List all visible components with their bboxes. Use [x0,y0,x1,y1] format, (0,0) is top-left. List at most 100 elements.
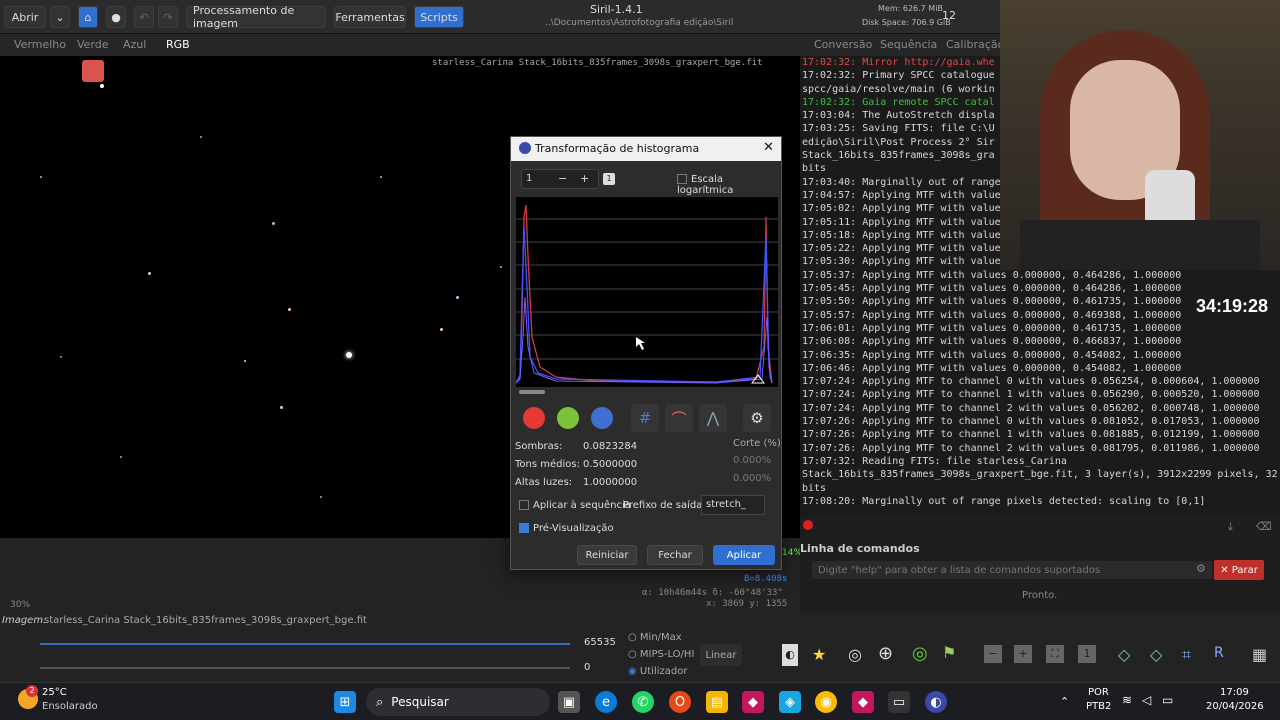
whatsapp-icon[interactable]: ✆ [632,691,654,713]
tab-blue[interactable]: Azul [123,38,146,51]
photometry-icon[interactable]: ◎ [848,645,862,664]
max-slider[interactable] [40,643,570,645]
histogram-toggle-icon[interactable]: ⋀ [699,404,727,432]
zoom-minus-icon[interactable]: − [558,172,567,185]
battery-icon[interactable]: ▭ [1162,693,1173,707]
astrometry-icon[interactable]: ⚑ [942,643,956,662]
tools-menu[interactable]: Ferramentas [334,6,406,28]
home-icon[interactable]: ⌂ [78,6,98,28]
close-icon[interactable]: ✕ [763,140,774,155]
tab-rgb[interactable]: RGB [166,38,190,51]
red-channel-toggle[interactable] [523,407,545,429]
app-icon-pink2[interactable]: ◆ [852,691,874,713]
shadows-label: Sombras: [515,441,563,452]
radio-mips[interactable]: ○ MIPS-LO/HI [628,649,694,660]
close-button[interactable]: Fechar [647,545,703,565]
radio-user[interactable]: ◉ Utilizador [628,666,687,677]
volume-icon[interactable]: ◁ [1142,693,1151,707]
redo-icon[interactable]: ↷ [158,6,178,28]
file-explorer-icon[interactable]: ▤ [706,691,728,713]
tab-calibration[interactable]: Calibração [946,38,1004,51]
processing-menu[interactable]: Processamento de imagem [186,4,326,30]
grid-icon[interactable]: ▦ [1252,645,1267,664]
webcam-overlay [1000,0,1280,270]
shadows-value[interactable]: 0.0823284 [583,441,637,452]
language[interactable]: POR [1088,687,1109,698]
zoom-reset-icon[interactable]: 1 [603,173,615,185]
negative-icon[interactable]: ◐ [782,644,798,666]
star-icon[interactable]: ★ [812,645,826,664]
apply-sequence-checkbox[interactable]: Aplicar à sequência [519,500,631,511]
keyboard-layout[interactable]: PTB2 [1086,701,1111,712]
clock-date[interactable]: 20/04/2026 [1206,701,1264,712]
histogram-scrollbar[interactable] [519,390,545,394]
windows-start-icon[interactable]: ⊞ [334,691,356,713]
command-settings-icon[interactable]: ⚙ [1196,562,1206,575]
zoom-fit-icon[interactable]: ⛶ [1046,645,1064,663]
grid-toggle-icon[interactable]: # [631,404,659,432]
command-input[interactable] [812,561,1212,579]
highlights-value[interactable]: 1.0000000 [583,477,637,488]
terminal-icon[interactable]: ▭ [888,691,910,713]
radio-minmax[interactable]: ○ Min/Max [628,632,682,643]
zoom-value[interactable]: 1 [526,173,532,184]
stop-button[interactable]: ✕ Parar [1214,560,1264,580]
log-line: 17:05:45: Applying MTF with values 0.000… [802,283,1182,295]
zoom-plus-icon[interactable]: + [580,172,589,185]
prefix-input[interactable]: stretch_ [701,495,765,515]
tray-chevron-icon[interactable]: ⌃ [1060,695,1069,708]
tab-sequence[interactable]: Sequência [880,38,937,51]
target-icon[interactable]: ◎ [912,643,928,664]
open-dropdown-chevron-icon[interactable]: ⌄ [50,6,70,28]
max-value[interactable]: 65535 [584,637,616,648]
app-icon-blue[interactable]: ◈ [779,691,801,713]
zoom-one-icon[interactable]: 1 [1078,645,1096,663]
curve-toggle-icon[interactable]: ⌒ [665,404,693,432]
thread-count[interactable]: 12 [942,9,956,22]
chrome-icon[interactable]: ◉ [815,691,837,713]
blue-channel-toggle[interactable] [591,407,613,429]
log-line: 17:06:08: Applying MTF with values 0.000… [802,336,1182,348]
scripts-menu[interactable]: Scripts [414,6,464,28]
split-icon[interactable]: ⌗ [1182,645,1191,665]
apply-button[interactable]: Aplicar [713,545,775,565]
app-icon-pink[interactable]: ◆ [742,691,764,713]
origin-icon[interactable]: O [669,691,691,713]
mips-label: MIPS-LO/HI [639,649,695,660]
siril-icon[interactable]: ◐ [925,691,947,713]
rotate-icon[interactable]: ◇ [1118,645,1130,664]
zoom-spinner[interactable]: 1 − + [521,169,599,189]
record-status-icon [803,520,813,530]
record-icon[interactable]: ● [106,6,126,28]
command-panel: ⤓ ⌫ Linha de comandos ⚙ ✕ Parar Pronto. [800,516,1280,612]
tab-red[interactable]: Vermelho [14,38,66,51]
min-value[interactable]: 0 [584,662,590,673]
green-channel-toggle[interactable] [557,407,579,429]
scale-select[interactable]: Linear [700,644,742,666]
undo-icon[interactable]: ↶ [134,6,154,28]
clear-log-icon[interactable]: ⌫ [1256,520,1272,533]
reset-button[interactable]: Reiniciar [577,545,637,565]
dialog-titlebar[interactable]: Transformação de histograma ✕ [511,137,781,161]
zoom-in-icon[interactable]: + [1014,645,1032,663]
open-button[interactable]: Abrir [4,6,46,28]
zoom-out-icon[interactable]: − [984,645,1002,663]
globe-icon[interactable]: ⊕ [878,643,893,664]
tab-green[interactable]: Verde [77,38,109,51]
histogram-plot[interactable] [516,197,778,387]
tab-conversion[interactable]: Conversão [814,38,872,51]
taskbar-search[interactable]: ⌕ Pesquisar [366,688,550,716]
flip-icon[interactable]: ◇ [1150,645,1162,664]
rgb-icon[interactable]: R [1214,645,1224,661]
min-slider[interactable] [40,667,570,669]
task-view-icon[interactable]: ▣ [558,691,580,713]
auto-stretch-icon[interactable]: ⚙ [743,404,771,432]
wifi-icon[interactable]: ≋ [1122,693,1132,707]
edge-icon[interactable]: e [595,691,617,713]
log-scale-checkbox[interactable]: Escala logarítmica [677,174,781,196]
clock-time[interactable]: 17:09 [1220,687,1249,698]
midtones-value[interactable]: 0.5000000 [583,459,637,470]
app-title: Siril-1.4.1 [590,3,643,16]
download-icon[interactable]: ⤓ [1228,520,1233,534]
preview-checkbox[interactable]: Pré-Visualização [519,523,614,534]
